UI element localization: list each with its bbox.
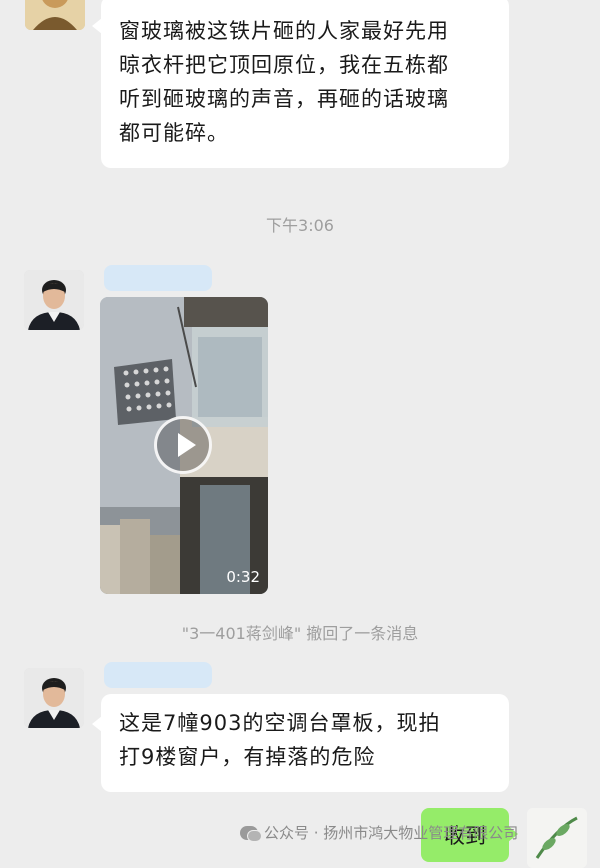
recall-notice: "3一401蒋剑峰" 撤回了一条消息 xyxy=(181,624,419,643)
message-bubble-2[interactable]: 这是7幢903的空调台罩板，现拍 打9楼窗户，有掉落的危险 xyxy=(92,694,509,792)
sender-avatar-top[interactable] xyxy=(25,0,85,30)
sender-avatar[interactable] xyxy=(24,270,84,330)
watermark: 公众号 · 扬州市鸿大物业管理有限公司 xyxy=(240,822,518,843)
my-avatar[interactable] xyxy=(527,808,587,868)
message-bubble-1[interactable]: 窗玻璃被这铁片砸的人家最好先用 晾衣杆把它顶回原位，我在五栋都 听到砸玻璃的声音… xyxy=(92,0,509,168)
message-line: 窗玻璃被这铁片砸的人家最好先用 xyxy=(119,19,449,43)
video-message[interactable]: 0:32 xyxy=(100,297,268,594)
play-icon[interactable] xyxy=(154,416,212,474)
sender-name-blurred xyxy=(104,265,212,291)
message-line: 打9楼窗户，有掉落的危险 xyxy=(119,745,376,769)
message-line: 听到砸玻璃的声音，再砸的话玻璃 xyxy=(119,87,449,111)
message-line: 晾衣杆把它顶回原位，我在五栋都 xyxy=(119,53,449,77)
message-line: 都可能碎。 xyxy=(119,121,229,145)
video-duration: 0:32 xyxy=(226,568,260,586)
sender-name-blurred xyxy=(104,662,212,688)
watermark-text: 公众号 · 扬州市鸿大物业管理有限公司 xyxy=(264,824,519,842)
message-line: 这是7幢903的空调台罩板，现拍 xyxy=(119,711,441,735)
sender-avatar[interactable] xyxy=(24,668,84,728)
wechat-icon xyxy=(240,825,262,842)
chat-timestamp: 下午3:06 xyxy=(266,216,334,235)
